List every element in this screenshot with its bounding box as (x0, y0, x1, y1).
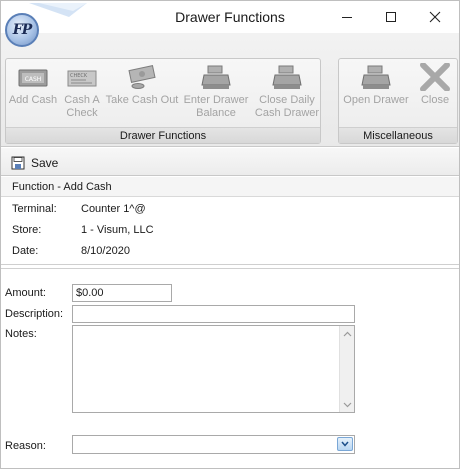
ribbon-group-miscellaneous: Open Drawer Close Miscellaneous (338, 58, 458, 144)
notes-value (73, 326, 354, 330)
cash-a-check-label-2: Check (66, 107, 98, 119)
chevron-down-icon (341, 441, 349, 447)
minimize-icon (342, 17, 352, 18)
description-label: Description: (5, 308, 64, 320)
close-button[interactable]: Close (413, 63, 457, 127)
close-icon (429, 11, 441, 23)
open-drawer-label-1: Open Drawer (343, 94, 409, 106)
save-button[interactable]: Save (11, 154, 58, 172)
notes-field[interactable] (72, 325, 355, 413)
amount-field[interactable]: $0.00 (72, 284, 172, 302)
store-label: Store: (12, 224, 42, 236)
take-cash-out-label-1: Take Cash Out (105, 94, 179, 106)
ribbon-group-drawer-functions: CASH Add Cash CHECK Cash A Check Take Ca… (5, 58, 321, 144)
cash-icon-text: CASH (25, 76, 42, 83)
close-daily-cash-drawer-label-1: Close Daily (259, 94, 315, 106)
scroll-up-button[interactable] (340, 326, 355, 341)
form-area: Amount: $0.00 Description: Notes: Reason… (1, 268, 459, 468)
save-label: Save (31, 156, 59, 170)
logo-swoosh-decoration (29, 3, 87, 17)
check-icon: CHECK (67, 70, 97, 87)
enter-drawer-balance-button[interactable]: Enter Drawer Balance (180, 63, 252, 127)
terminal-label: Terminal: (12, 203, 57, 215)
app-logo-text: FP (12, 22, 32, 38)
notes-scrollbar[interactable] (339, 326, 354, 412)
open-drawer-button[interactable]: Open Drawer (339, 63, 413, 127)
cash-register-icon: CASH (18, 69, 48, 87)
scroll-down-button[interactable] (340, 397, 355, 412)
terminal-row: Terminal: Counter 1^@ (12, 203, 146, 215)
reason-dropdown-button[interactable] (337, 437, 353, 451)
save-icon (11, 156, 25, 170)
close-x-icon (420, 63, 450, 91)
register-icon (201, 65, 231, 89)
date-label: Date: (12, 245, 39, 257)
enter-drawer-balance-label-2: Balance (196, 107, 236, 119)
date-row: Date: 8/10/2020 (12, 245, 130, 257)
reason-value (73, 441, 81, 445)
date-value: 8/10/2020 (81, 245, 130, 257)
reason-select[interactable] (72, 435, 355, 454)
app-logo: FP (5, 13, 39, 47)
register-close-icon (272, 65, 302, 89)
maximize-button[interactable] (369, 1, 413, 33)
chevron-down-icon (343, 402, 352, 407)
cash-a-check-label-1: Cash A (64, 94, 100, 106)
miscellaneous-group-label: Miscellaneous (339, 127, 457, 143)
drawer-functions-group-label: Drawer Functions (6, 127, 320, 143)
amount-label: Amount: (5, 287, 46, 299)
close-daily-cash-drawer-button[interactable]: Close Daily Cash Drawer (252, 63, 322, 127)
add-cash-label-1: Add Cash (8, 94, 58, 106)
description-field[interactable] (72, 305, 355, 323)
drawer-functions-window: FP Drawer Functions CASH Add Cash CHECK … (0, 0, 460, 469)
maximize-icon (386, 12, 396, 22)
minimize-button[interactable] (325, 1, 369, 33)
function-header: Function - Add Cash (1, 177, 459, 197)
store-value: 1 - Visum, LLC (81, 224, 154, 236)
ribbon: CASH Add Cash CHECK Cash A Check Take Ca… (1, 33, 459, 147)
info-panel: Function - Add Cash Terminal: Counter 1^… (1, 177, 459, 265)
terminal-value: Counter 1^@ (81, 203, 146, 215)
store-row: Store: 1 - Visum, LLC (12, 224, 154, 236)
chevron-up-icon (343, 331, 352, 336)
enter-drawer-balance-label-1: Enter Drawer (183, 94, 249, 106)
check-icon-text: CHECK (70, 73, 88, 79)
add-cash-button[interactable]: CASH Add Cash (6, 63, 60, 127)
notes-label: Notes: (5, 328, 37, 340)
close-label-1: Close (420, 94, 450, 106)
cash-a-check-button[interactable]: CHECK Cash A Check (60, 63, 104, 127)
money-out-icon (128, 65, 156, 89)
take-cash-out-button[interactable]: Take Cash Out (104, 63, 180, 127)
toolbar: Save (1, 148, 459, 176)
close-daily-cash-drawer-label-2: Cash Drawer (254, 107, 320, 119)
window-close-button[interactable] (413, 1, 457, 33)
reason-label: Reason: (5, 440, 46, 452)
title-bar: FP Drawer Functions (1, 1, 459, 47)
register-open-icon (361, 65, 391, 89)
